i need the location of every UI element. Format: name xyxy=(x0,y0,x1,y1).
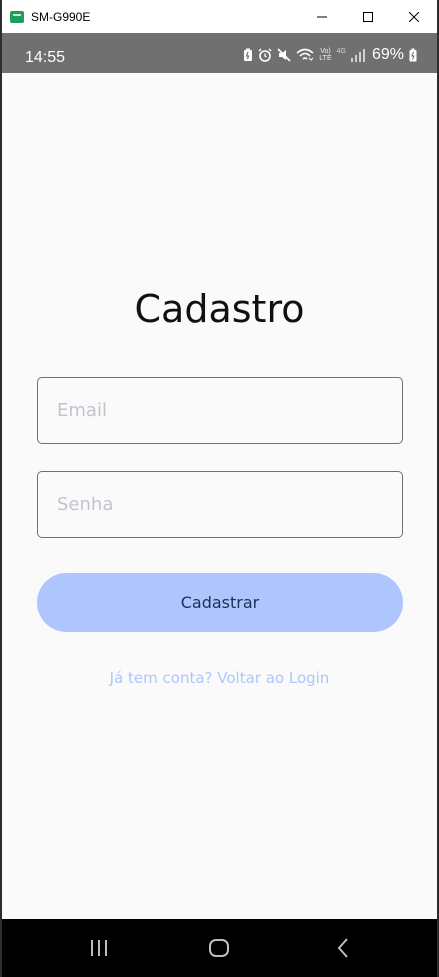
password-input[interactable] xyxy=(38,472,402,537)
window-title: SM-G990E xyxy=(31,9,91,24)
emulator-window: SM-G990E 14:55 Vo) LTE 4G 69% Cadastro E… xyxy=(0,0,439,977)
status-icons: Vo) LTE 4G 69% xyxy=(243,45,417,65)
maximize-button[interactable] xyxy=(345,0,391,33)
window-controls xyxy=(299,0,437,33)
mute-icon xyxy=(277,48,291,62)
app-screen: Cadastro Cadastrar Já tem conta? Voltar … xyxy=(2,73,437,919)
battery-percent: 69% xyxy=(371,46,404,63)
volte-icon: Vo) LTE xyxy=(319,48,332,62)
back-icon xyxy=(337,938,348,958)
window-title-bar[interactable]: SM-G990E xyxy=(2,0,437,33)
minimize-button[interactable] xyxy=(299,0,345,33)
app-logo-icon xyxy=(10,10,24,23)
battery-saver-icon xyxy=(244,48,253,61)
status-time: 14:55 xyxy=(25,49,66,66)
email-field[interactable] xyxy=(37,377,403,444)
signal-icon xyxy=(350,48,365,62)
close-button[interactable] xyxy=(391,0,437,33)
battery-icon xyxy=(409,48,417,62)
minimize-icon xyxy=(317,16,327,17)
register-button[interactable]: Cadastrar xyxy=(37,573,403,632)
maximize-icon xyxy=(363,11,373,22)
recents-button[interactable] xyxy=(88,937,112,959)
email-input[interactable] xyxy=(38,378,402,443)
back-button[interactable] xyxy=(332,937,356,959)
recents-icon xyxy=(91,940,107,956)
page-title: Cadastro xyxy=(134,287,305,331)
wifi-icon xyxy=(296,48,314,61)
alarm-icon xyxy=(258,48,272,62)
home-icon xyxy=(209,939,229,957)
password-field[interactable] xyxy=(37,471,403,538)
home-button[interactable] xyxy=(207,937,231,959)
android-status-bar: 14:55 Vo) LTE 4G 69% xyxy=(2,33,437,73)
network-type-label: 4G xyxy=(336,47,346,55)
android-nav-bar xyxy=(2,919,437,977)
back-to-login-link[interactable]: Já tem conta? Voltar ao Login xyxy=(2,669,437,687)
close-icon xyxy=(409,11,419,22)
